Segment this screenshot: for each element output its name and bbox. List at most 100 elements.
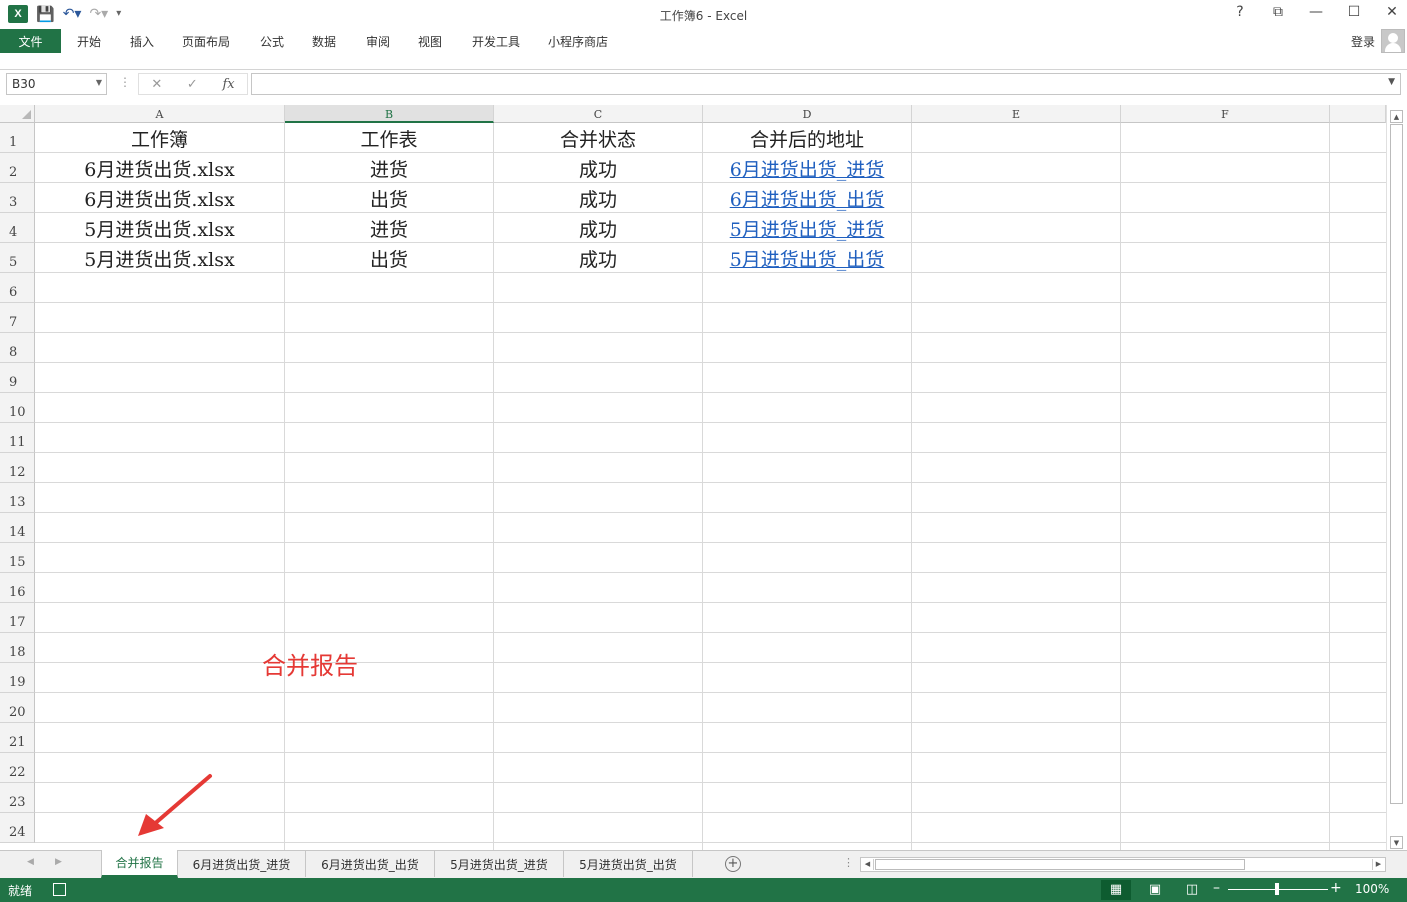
- hyperlink-cell[interactable]: 6月进货出货_进货: [703, 153, 911, 183]
- cell[interactable]: 5月进货出货.xlsx: [35, 243, 284, 273]
- help-icon[interactable]: ?: [1233, 4, 1247, 20]
- row-header[interactable]: 20: [0, 693, 35, 723]
- sheet-tab-may-out[interactable]: 5月进货出货_出货: [564, 851, 693, 877]
- sheet-tab-merge-report[interactable]: 合并报告: [101, 850, 178, 878]
- sign-in-link[interactable]: 登录: [1351, 33, 1375, 50]
- tab-home[interactable]: 开始: [77, 29, 101, 53]
- column-header-f[interactable]: F: [1121, 105, 1330, 123]
- avatar[interactable]: [1381, 29, 1405, 53]
- cell[interactable]: 进货: [285, 153, 493, 183]
- row-header[interactable]: 16: [0, 573, 35, 603]
- cell[interactable]: 成功: [494, 213, 702, 243]
- sheet-prev-icon[interactable]: ◀: [27, 857, 34, 867]
- cell[interactable]: 成功: [494, 243, 702, 273]
- row-header[interactable]: 1: [0, 123, 35, 153]
- row-header[interactable]: 13: [0, 483, 35, 513]
- minimize-button[interactable]: —: [1309, 4, 1323, 20]
- tab-formulas[interactable]: 公式: [260, 29, 284, 53]
- cell[interactable]: 5月进货出货.xlsx: [35, 213, 284, 243]
- cell[interactable]: 进货: [285, 213, 493, 243]
- insert-function-icon[interactable]: fx: [222, 77, 234, 92]
- row-header[interactable]: 9: [0, 363, 35, 393]
- name-box[interactable]: B30 ▼: [6, 73, 107, 95]
- tab-view[interactable]: 视图: [418, 29, 442, 53]
- column-header-e[interactable]: E: [912, 105, 1121, 123]
- tab-split-handle[interactable]: ⋮: [843, 856, 854, 869]
- vertical-scroll-thumb[interactable]: [1390, 124, 1403, 804]
- row-header[interactable]: 8: [0, 333, 35, 363]
- row-header[interactable]: 6: [0, 273, 35, 303]
- formula-bar-resize-handle[interactable]: ⋮: [119, 75, 131, 89]
- vertical-scrollbar[interactable]: ▲ ▼: [1386, 105, 1407, 850]
- hyperlink-cell[interactable]: 5月进货出货_出货: [703, 243, 911, 273]
- enter-icon[interactable]: ✓: [187, 77, 198, 92]
- cell[interactable]: 合并状态: [494, 123, 702, 153]
- tab-data[interactable]: 数据: [312, 29, 336, 53]
- sheet-tab-may-in[interactable]: 5月进货出货_进货: [435, 851, 564, 877]
- sheet-next-icon[interactable]: ▶: [55, 857, 62, 867]
- sheet-tab-june-in[interactable]: 6月进货出货_进货: [178, 851, 306, 877]
- select-all-button[interactable]: [0, 105, 35, 123]
- macro-record-icon[interactable]: [53, 883, 66, 896]
- row-header[interactable]: 14: [0, 513, 35, 543]
- cell[interactable]: 工作簿: [35, 123, 284, 153]
- scroll-up-icon[interactable]: ▲: [1390, 110, 1403, 123]
- row-header[interactable]: 5: [0, 243, 35, 273]
- tab-file[interactable]: 文件: [0, 29, 61, 53]
- scroll-left-icon[interactable]: ◀: [862, 859, 874, 870]
- row-header[interactable]: 24: [0, 813, 35, 843]
- row-header[interactable]: 7: [0, 303, 35, 333]
- column-header-b[interactable]: B: [285, 105, 494, 123]
- row-header[interactable]: 15: [0, 543, 35, 573]
- row-header[interactable]: 17: [0, 603, 35, 633]
- cell[interactable]: 6月进货出货.xlsx: [35, 153, 284, 183]
- tab-insert[interactable]: 插入: [130, 29, 154, 53]
- scroll-right-icon[interactable]: ▶: [1372, 859, 1384, 870]
- row-header[interactable]: 18: [0, 633, 35, 663]
- row-header[interactable]: 2: [0, 153, 35, 183]
- tab-page-layout[interactable]: 页面布局: [182, 29, 230, 53]
- ribbon-display-options-icon[interactable]: ⧉: [1271, 4, 1285, 20]
- tab-developer[interactable]: 开发工具: [472, 29, 520, 53]
- zoom-level[interactable]: 100%: [1355, 882, 1389, 896]
- sheet-tab-june-out[interactable]: 6月进货出货_出货: [306, 851, 435, 877]
- zoom-out-icon[interactable]: –: [1213, 880, 1220, 896]
- cancel-icon[interactable]: ✕: [151, 77, 162, 92]
- cell[interactable]: 成功: [494, 153, 702, 183]
- row-header[interactable]: 3: [0, 183, 35, 213]
- expand-formula-bar-icon[interactable]: ▼: [1388, 77, 1395, 87]
- row-header[interactable]: 21: [0, 723, 35, 753]
- row-header[interactable]: 4: [0, 213, 35, 243]
- cell[interactable]: 合并后的地址: [703, 123, 911, 153]
- cell[interactable]: 6月进货出货.xlsx: [35, 183, 284, 213]
- tab-review[interactable]: 审阅: [366, 29, 390, 53]
- zoom-slider-thumb[interactable]: [1275, 883, 1279, 895]
- cell[interactable]: 出货: [285, 183, 493, 213]
- add-sheet-button[interactable]: +: [725, 856, 741, 872]
- zoom-in-icon[interactable]: +: [1330, 880, 1342, 896]
- close-button[interactable]: ✕: [1385, 4, 1399, 20]
- horizontal-scrollbar[interactable]: ◀ ▶: [860, 857, 1386, 872]
- maximize-button[interactable]: ☐: [1347, 4, 1361, 20]
- column-header-a[interactable]: A: [35, 105, 285, 123]
- worksheet-grid[interactable]: A B C D E F 1 2 3 4 5 6 7 8 9 10 11 12 13 14 15 16 17 18 19 20 21 2…: [0, 105, 1386, 850]
- column-header-next[interactable]: [1330, 105, 1386, 123]
- row-header[interactable]: 11: [0, 423, 35, 453]
- chevron-down-icon[interactable]: ▼: [96, 78, 102, 87]
- normal-view-icon[interactable]: ▦: [1101, 880, 1131, 900]
- column-header-d[interactable]: D: [703, 105, 912, 123]
- hyperlink-cell[interactable]: 5月进货出货_进货: [703, 213, 911, 243]
- row-header[interactable]: 19: [0, 663, 35, 693]
- row-header[interactable]: 12: [0, 453, 35, 483]
- row-header[interactable]: 22: [0, 753, 35, 783]
- scroll-down-icon[interactable]: ▼: [1390, 836, 1403, 849]
- cell[interactable]: 工作表: [285, 123, 493, 153]
- horizontal-scroll-thumb[interactable]: [875, 859, 1245, 870]
- page-layout-view-icon[interactable]: ▣: [1140, 880, 1170, 900]
- cell[interactable]: 出货: [285, 243, 493, 273]
- row-header[interactable]: 10: [0, 393, 35, 423]
- tab-mini-program-store[interactable]: 小程序商店: [548, 29, 608, 53]
- cell[interactable]: 成功: [494, 183, 702, 213]
- page-break-view-icon[interactable]: ◫: [1177, 880, 1207, 900]
- column-header-c[interactable]: C: [494, 105, 703, 123]
